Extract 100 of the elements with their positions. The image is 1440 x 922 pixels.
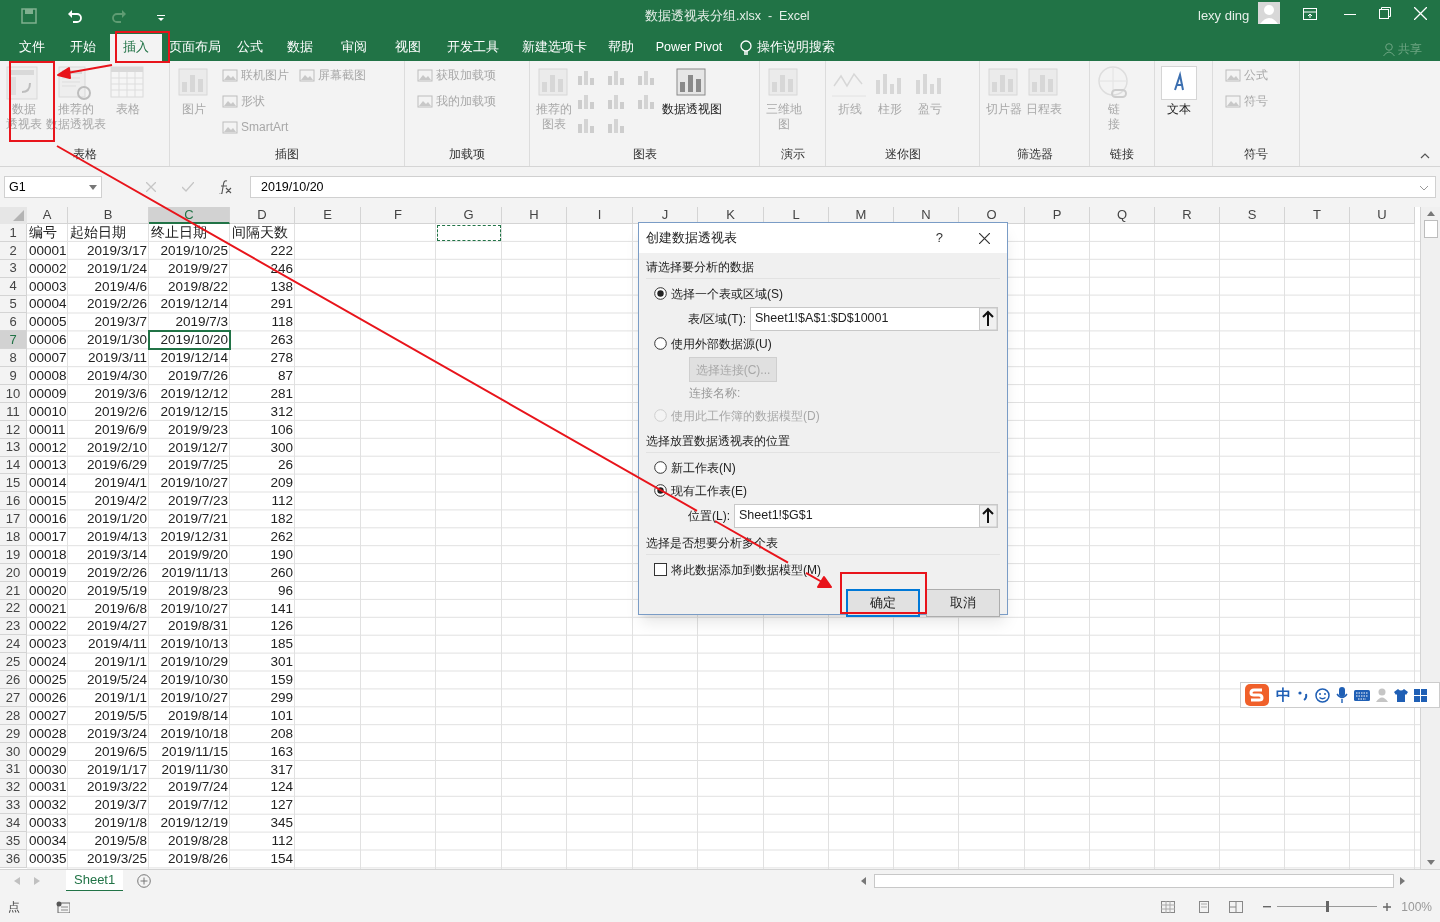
radio-option[interactable]: 新工作表(N) xyxy=(654,456,1000,479)
cancel-button[interactable]: 取消 xyxy=(926,589,1000,617)
scroll-down-icon[interactable] xyxy=(1426,860,1435,865)
page-layout-icon[interactable] xyxy=(1197,900,1212,913)
menu-tab[interactable]: 公式 xyxy=(227,34,273,61)
row-header[interactable]: 18 xyxy=(0,528,27,547)
upload-arrow-icon[interactable] xyxy=(979,307,997,330)
close-icon[interactable] xyxy=(979,232,990,244)
insert-function-icon[interactable] xyxy=(218,180,232,194)
restore-icon[interactable] xyxy=(1379,7,1391,19)
scroll-up-icon[interactable] xyxy=(1426,211,1435,216)
column-header[interactable]: O xyxy=(959,207,1025,224)
ribbon-button[interactable]: 数据透视图 xyxy=(662,66,722,117)
upload-arrow-icon[interactable] xyxy=(979,504,997,527)
radio-button-icon[interactable] xyxy=(654,461,667,474)
s-logo-icon[interactable] xyxy=(1244,683,1270,707)
column-header[interactable]: B xyxy=(68,207,149,224)
zoom-out-icon[interactable] xyxy=(1263,905,1272,908)
menu-tab[interactable]: 开发工具 xyxy=(435,34,510,61)
column-header[interactable]: E xyxy=(295,207,361,224)
column-header[interactable]: A xyxy=(27,207,68,224)
input-mode-toggle[interactable]: 中 xyxy=(1276,683,1291,707)
checkbox-option[interactable]: 将此数据添加到数据模型(M) xyxy=(654,558,1000,581)
column-header[interactable]: C xyxy=(149,207,230,224)
sheet-tab[interactable]: Sheet1 xyxy=(66,869,124,892)
column-header[interactable]: D xyxy=(230,207,295,224)
column-header[interactable]: H xyxy=(502,207,567,224)
checkbox-icon[interactable] xyxy=(654,563,667,576)
menu-tab[interactable]: Power Pivot xyxy=(644,34,734,61)
zoom-in-icon[interactable] xyxy=(1383,902,1392,911)
smiley-icon[interactable] xyxy=(1315,687,1330,703)
tell-me-search[interactable]: 操作说明搜索 xyxy=(757,38,835,57)
scroll-thumb[interactable] xyxy=(1423,220,1438,238)
collapse-ribbon-icon[interactable] xyxy=(1420,153,1430,159)
row-header[interactable]: 10 xyxy=(0,385,27,403)
add-sheet-icon[interactable] xyxy=(137,873,152,888)
keyboard-icon[interactable] xyxy=(1354,689,1370,701)
scroll-left-icon[interactable] xyxy=(861,876,867,885)
column-header[interactable]: T xyxy=(1285,207,1350,224)
menu-tab[interactable]: 页面布局 xyxy=(162,34,227,61)
input-field[interactable]: Sheet1!$A$1:$D$10001 xyxy=(750,306,998,331)
row-header[interactable]: 34 xyxy=(0,814,27,833)
formula-field[interactable]: 2019/10/20 xyxy=(250,176,1436,198)
radio-button-icon[interactable] xyxy=(654,337,667,350)
row-header[interactable]: 36 xyxy=(0,850,27,869)
help-button[interactable]: ? xyxy=(935,228,943,248)
column-header[interactable]: P xyxy=(1025,207,1090,224)
column-header[interactable]: I xyxy=(567,207,633,224)
menu-tab[interactable]: 开始 xyxy=(55,34,110,61)
ok-button[interactable]: 确定 xyxy=(846,589,920,617)
menu-tab[interactable]: 审阅 xyxy=(327,34,381,61)
row-header[interactable]: 25 xyxy=(0,653,27,672)
column-header[interactable]: U xyxy=(1350,207,1415,224)
row-header[interactable]: 15 xyxy=(0,474,27,493)
punctuation-icon[interactable] xyxy=(1297,689,1309,701)
column-header[interactable]: G xyxy=(436,207,502,224)
row-header[interactable]: 28 xyxy=(0,707,27,725)
menu-tab[interactable]: 文件 xyxy=(8,34,55,61)
zoom-slider-thumb[interactable] xyxy=(1325,901,1329,912)
radio-button-icon[interactable] xyxy=(654,287,667,300)
column-header[interactable]: F xyxy=(361,207,436,224)
minimize-icon[interactable] xyxy=(1344,14,1356,16)
column-header[interactable]: S xyxy=(1220,207,1285,224)
row-header[interactable]: 9 xyxy=(0,367,27,385)
normal-view-icon[interactable] xyxy=(1161,900,1176,913)
row-header[interactable]: 35 xyxy=(0,832,27,851)
expand-caret-icon[interactable] xyxy=(1419,185,1429,191)
column-header[interactable]: R xyxy=(1155,207,1220,224)
row-header[interactable]: 16 xyxy=(0,492,27,511)
row-header[interactable]: 26 xyxy=(0,671,27,690)
menu-tab[interactable]: 帮助 xyxy=(598,34,644,61)
row-header[interactable]: 6 xyxy=(0,313,27,332)
column-header[interactable]: Q xyxy=(1090,207,1155,224)
row-header[interactable]: 8 xyxy=(0,349,27,368)
shirt-icon[interactable] xyxy=(1394,688,1408,702)
menu-tab[interactable]: 新建选项卡 xyxy=(510,34,598,61)
save-icon[interactable] xyxy=(21,8,37,24)
radio-option[interactable]: 使用外部数据源(U) xyxy=(654,332,1000,355)
microphone-icon[interactable] xyxy=(1336,687,1348,703)
horizontal-scroll-thumb[interactable] xyxy=(874,873,1395,888)
row-header[interactable]: 17 xyxy=(0,510,27,529)
row-header[interactable]: 1 xyxy=(0,224,27,242)
ribbon-display-icon[interactable] xyxy=(1303,8,1317,20)
ribbon-button[interactable]: 文本 xyxy=(1161,66,1197,117)
name-box[interactable]: G1 xyxy=(4,176,102,198)
page-break-icon[interactable] xyxy=(1229,900,1244,913)
input-field[interactable]: Sheet1!$G$1 xyxy=(734,503,998,528)
customize-caret-icon[interactable] xyxy=(157,14,165,22)
row-header[interactable]: 24 xyxy=(0,635,27,654)
macro-record-icon[interactable] xyxy=(56,900,70,913)
scroll-right-icon[interactable] xyxy=(1400,876,1406,885)
grid-menu-icon[interactable] xyxy=(1414,688,1427,702)
radio-option[interactable]: 选择一个表或区域(S) xyxy=(654,282,1000,305)
undo-icon[interactable] xyxy=(67,8,83,24)
menu-tab[interactable]: 数据 xyxy=(273,34,327,61)
row-header[interactable]: 19 xyxy=(0,546,27,564)
row-header[interactable]: 27 xyxy=(0,689,27,708)
row-header[interactable]: 7 xyxy=(0,331,27,350)
menu-tab[interactable]: 插入 xyxy=(110,34,162,61)
menu-tab[interactable]: 视图 xyxy=(381,34,435,61)
